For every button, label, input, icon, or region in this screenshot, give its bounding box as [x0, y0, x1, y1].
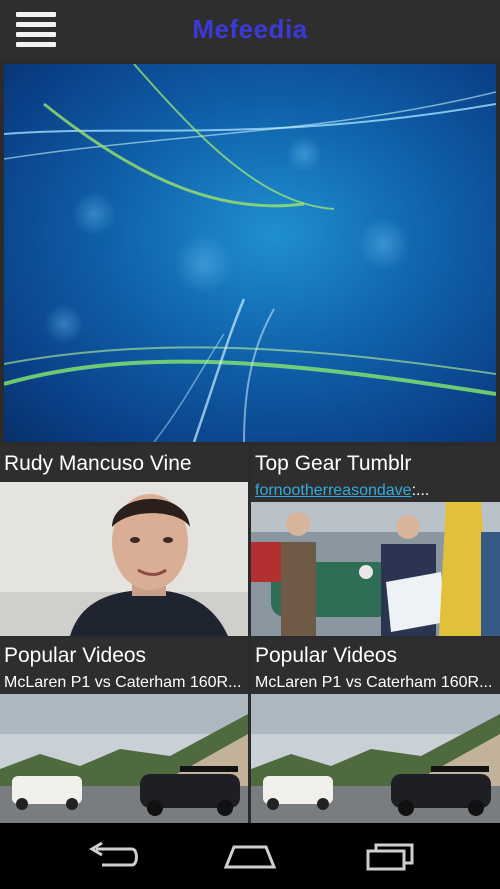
back-icon[interactable]: [82, 839, 142, 873]
app-title: Mefeedia: [192, 14, 308, 44]
feed-tile-popular-videos-2[interactable]: Popular Videos McLaren P1 vs Caterham 16…: [251, 638, 500, 823]
tile-subtitle: McLaren P1 vs Caterham 160R...: [4, 674, 242, 691]
tile-title: Top Gear Tumblr: [255, 452, 412, 475]
tile-title: Popular Videos: [255, 644, 398, 667]
action-bar: Mefeedia: [0, 0, 500, 60]
tile-title: Rudy Mancuso Vine: [4, 452, 192, 475]
video-thumbnail[interactable]: [0, 482, 248, 636]
feed-tile-popular-videos[interactable]: Popular Videos McLaren P1 vs Caterham 16…: [0, 638, 248, 823]
feed-tile-top-gear-tumblr[interactable]: Top Gear Tumblr fornootherreasondave:...: [251, 446, 500, 636]
recent-apps-icon[interactable]: [360, 839, 420, 873]
system-navigation-bar: [0, 823, 500, 889]
tile-title: Popular Videos: [4, 644, 147, 667]
hero-banner-image[interactable]: [4, 64, 496, 442]
video-thumbnail[interactable]: [251, 694, 500, 823]
home-icon[interactable]: [220, 839, 280, 873]
video-thumbnail[interactable]: [0, 694, 248, 823]
video-thumbnail[interactable]: [251, 502, 500, 636]
tile-subtitle: McLaren P1 vs Caterham 160R...: [255, 674, 493, 691]
tile-subtitle: fornootherreasondave:...: [255, 482, 430, 499]
feed-tile-rudy-mancuso-vine[interactable]: Rudy Mancuso Vine: [0, 446, 248, 636]
tumblr-user-link[interactable]: fornootherreasondave: [255, 482, 412, 499]
